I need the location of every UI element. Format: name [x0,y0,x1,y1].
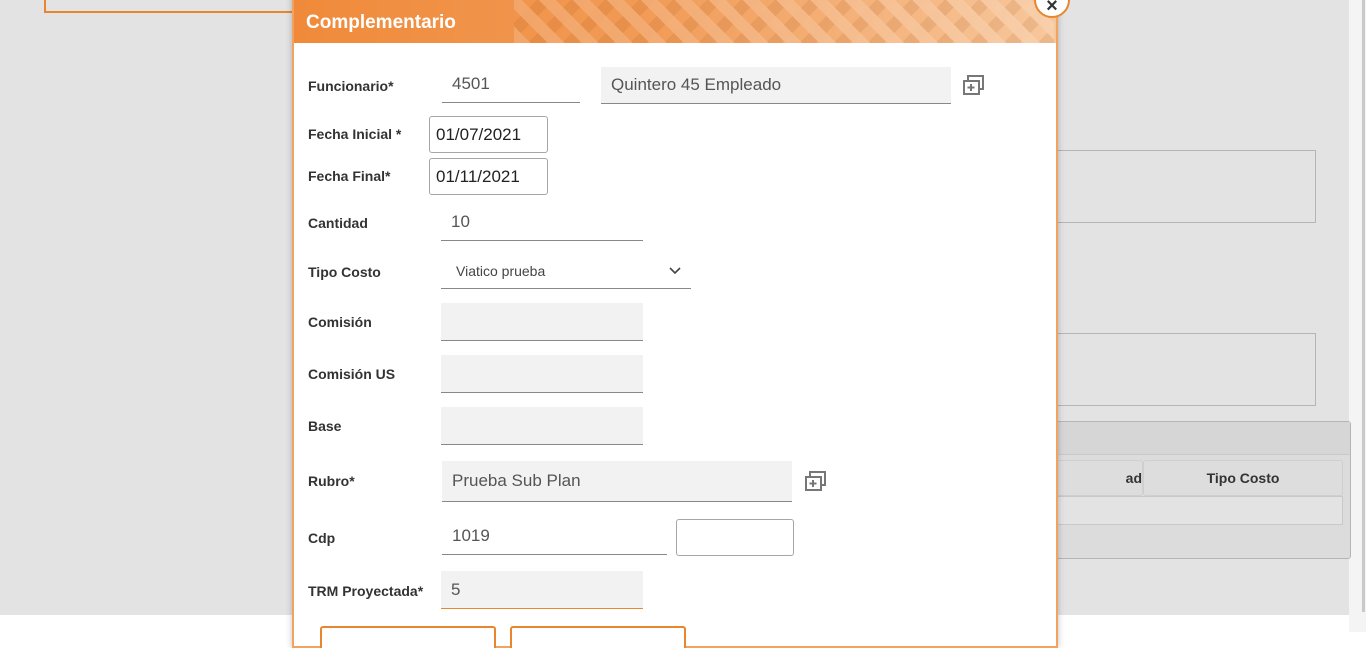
tipo-costo-value: Viatico prueba [456,263,546,279]
background-grid: ad Tipo Costo [1040,421,1351,559]
fecha-final-input[interactable] [429,158,548,195]
comision-us-label: Comisión US [308,366,396,382]
chevron-down-icon [669,255,681,298]
background-panel [44,0,308,13]
comision-us-input[interactable] [441,355,643,393]
comision-label: Comisión [308,314,372,330]
dialog-button[interactable] [320,626,496,648]
tipo-costo-label: Tipo Costo [308,264,381,280]
background-textarea [1040,333,1316,406]
grid-column-header: Tipo Costo [1143,460,1343,496]
fecha-inicial-input[interactable] [429,116,548,153]
comision-input[interactable] [441,303,643,341]
grid-header-bar [1041,422,1350,455]
fecha-final-label: Fecha Final* [308,168,391,184]
titlebar-pattern [514,0,1054,43]
background-textarea [1040,150,1316,223]
rubro-label: Rubro* [308,473,355,489]
dialog-title: Complementario [306,12,456,33]
funcionario-name-input [601,67,951,104]
cantidad-label: Cantidad [308,215,368,231]
dialog-titlebar: Complementario [294,0,1056,43]
copy-icon[interactable] [804,470,828,494]
base-input[interactable] [441,407,643,445]
complementario-dialog: Complementario Funcionario* Fecha Inicia… [292,0,1058,648]
base-label: Base [308,418,342,434]
dialog-button[interactable] [510,626,686,648]
scrollbar-thumb[interactable] [1362,0,1365,612]
funcionario-label: Funcionario* [308,78,394,94]
funcionario-code-input[interactable] [442,66,580,103]
cdp-extra-input[interactable] [676,519,794,556]
grid-row [1041,496,1343,525]
tipo-costo-select[interactable]: Viatico prueba [441,255,691,289]
page-scrollbar[interactable] [1349,0,1366,632]
trm-label: TRM Proyectada* [308,583,424,599]
fecha-inicial-label: Fecha Inicial * [308,126,402,142]
cdp-input[interactable] [442,518,667,555]
cantidad-input[interactable] [441,204,643,241]
rubro-input [442,461,792,502]
cdp-label: Cdp [308,530,336,546]
copy-icon[interactable] [962,74,986,98]
trm-input[interactable] [441,571,643,609]
